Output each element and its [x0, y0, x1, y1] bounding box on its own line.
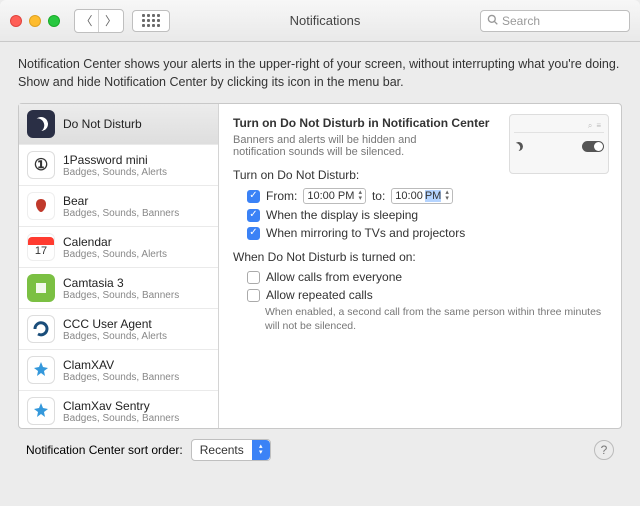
app-list[interactable]: Do Not Disturb ① 1Password miniBadges, S… [19, 104, 219, 428]
detail-subheader: Banners and alerts will be hidden and no… [233, 134, 443, 158]
forward-button[interactable]: 〉 [99, 10, 123, 32]
search-icon [487, 14, 498, 28]
to-time-field[interactable]: 10:00 PM▴▾ [391, 188, 453, 204]
moon-icon [27, 110, 55, 138]
option-label: When mirroring to TVs and projectors [266, 226, 465, 240]
allow-calls-checkbox[interactable] [247, 271, 260, 284]
search-field[interactable]: Search [480, 10, 630, 32]
select-value: Recents [192, 443, 252, 457]
app-icon: 17 [27, 233, 55, 261]
window-title: Notifications [178, 13, 472, 28]
sidebar-item-sub: Badges, Sounds, Banners [63, 290, 179, 301]
show-all-button[interactable] [132, 10, 170, 32]
help-button[interactable]: ? [594, 440, 614, 460]
search-icon: ⌕ [588, 121, 592, 131]
sidebar-item-label: 1Password mini [63, 153, 167, 167]
sidebar-item-label: Do Not Disturb [63, 117, 142, 131]
detail-pane: ⌕≡ Turn on Do Not Disturb in Notificatio… [219, 104, 621, 428]
from-label: From: [266, 189, 297, 203]
sidebar-item-dnd[interactable]: Do Not Disturb [19, 104, 218, 145]
stepper-icon[interactable]: ▴▾ [445, 190, 449, 202]
option-hint: When enabled, a second call from the sam… [265, 306, 607, 333]
sidebar-item-label: CCC User Agent [63, 317, 167, 331]
search-placeholder: Search [502, 14, 540, 28]
minimize-button[interactable] [29, 15, 41, 27]
app-icon [27, 274, 55, 302]
maximize-button[interactable] [48, 15, 60, 27]
allow-repeated-checkbox[interactable] [247, 289, 260, 302]
sleep-checkbox[interactable] [247, 209, 260, 222]
sidebar-item-calendar[interactable]: 17 CalendarBadges, Sounds, Alerts [19, 227, 218, 268]
sidebar-item-label: ClamXav Sentry [63, 399, 179, 413]
titlebar: 〈 〉 Notifications Search [0, 0, 640, 42]
option-label: Allow repeated calls [266, 288, 373, 302]
sidebar-item-1password[interactable]: ① 1Password miniBadges, Sounds, Alerts [19, 145, 218, 186]
stepper-icon[interactable]: ▴▾ [358, 190, 362, 202]
section-title: When Do Not Disturb is turned on: [233, 250, 607, 264]
sidebar-item-sub: Badges, Sounds, Banners [63, 208, 179, 219]
sidebar-item-clamxav[interactable]: ClamXAVBadges, Sounds, Banners [19, 350, 218, 391]
back-button[interactable]: 〈 [75, 10, 99, 32]
sidebar-item-sub: Badges, Sounds, Alerts [63, 331, 167, 342]
sidebar-item-sub: Badges, Sounds, Banners [63, 372, 179, 383]
sort-order-select[interactable]: Recents ▴▾ [191, 439, 271, 461]
sidebar-item-bear[interactable]: BearBadges, Sounds, Banners [19, 186, 218, 227]
sidebar-item-label: Calendar [63, 235, 167, 249]
sidebar-item-sub: Badges, Sounds, Alerts [63, 249, 167, 260]
chevron-updown-icon: ▴▾ [252, 440, 270, 460]
app-icon [27, 315, 55, 343]
grid-icon [142, 14, 160, 27]
sort-label: Notification Center sort order: [26, 443, 183, 457]
close-button[interactable] [10, 15, 22, 27]
option-label: When the display is sleeping [266, 208, 418, 222]
app-icon [27, 192, 55, 220]
app-icon: ① [27, 151, 55, 179]
from-checkbox[interactable] [247, 190, 260, 203]
option-label: Allow calls from everyone [266, 270, 402, 284]
sidebar-item-label: ClamXAV [63, 358, 179, 372]
sidebar-item-sub: Badges, Sounds, Banners [63, 413, 179, 424]
toggle-icon [582, 141, 604, 152]
footer: Notification Center sort order: Recents … [18, 429, 622, 461]
to-label: to: [372, 189, 385, 203]
description-text: Notification Center shows your alerts in… [18, 56, 622, 91]
nav-back-forward: 〈 〉 [74, 9, 124, 33]
mirror-checkbox[interactable] [247, 227, 260, 240]
app-icon [27, 356, 55, 384]
moon-icon [514, 142, 523, 151]
sidebar-item-label: Bear [63, 194, 179, 208]
from-time-field[interactable]: 10:00 PM▴▾ [303, 188, 366, 204]
window-controls [10, 15, 60, 27]
app-icon [27, 397, 55, 425]
preview-graphic: ⌕≡ [509, 114, 609, 174]
main-panel: Do Not Disturb ① 1Password miniBadges, S… [18, 103, 622, 429]
sidebar-item-ccc[interactable]: CCC User AgentBadges, Sounds, Alerts [19, 309, 218, 350]
sidebar-item-sub: Badges, Sounds, Alerts [63, 167, 167, 178]
sidebar-item-clamxav-sentry[interactable]: ClamXav SentryBadges, Sounds, Banners [19, 391, 218, 428]
sidebar-item-label: Camtasia 3 [63, 276, 179, 290]
sidebar-item-camtasia[interactable]: Camtasia 3Badges, Sounds, Banners [19, 268, 218, 309]
